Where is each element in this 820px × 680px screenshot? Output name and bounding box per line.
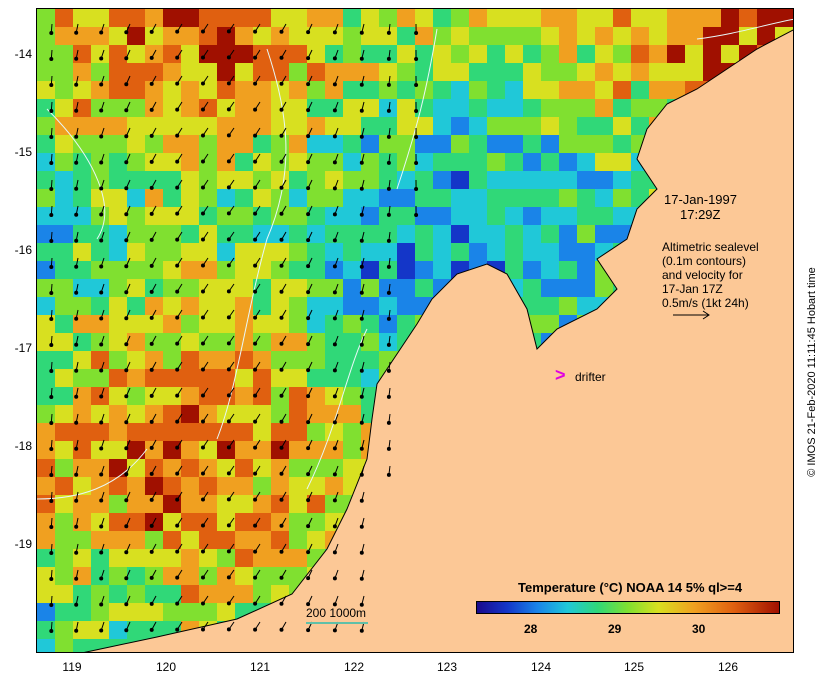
lon-tick: 126 [717,660,739,674]
lon-tick: 124 [530,660,552,674]
colorbar-tick: 30 [692,622,706,636]
lon-tick: 125 [623,660,645,674]
lat-tick: -18 [14,439,32,453]
altimetry-line: and velocity for [662,268,743,282]
colorbar-tick: 28 [524,622,538,636]
lon-tick: 121 [249,660,271,674]
image-date: 17-Jan-1997 [664,192,737,207]
altimetry-note: Altimetric sealevel (0.1m contours) and … [662,240,759,310]
altimetry-line: 17-Jan 17Z [662,282,723,296]
drifter-icon: > [555,365,566,385]
lat-tick: -17 [14,341,32,355]
temperature-colorbar [476,601,780,614]
drifter-label: drifter [575,370,606,384]
colorbar-tick: 29 [608,622,622,636]
altimetry-line: (0.1m contours) [662,254,747,268]
image-time: 17:29Z [680,207,721,222]
lat-tick: -19 [14,537,32,551]
altimetry-line: 0.5m/s (1kt 24h) [662,296,749,310]
lat-tick: -15 [14,145,32,159]
lon-tick: 123 [436,660,458,674]
altimetry-line: Altimetric sealevel [662,240,759,254]
lon-tick: 120 [155,660,177,674]
credit-text: © IMOS 21-Feb-2020 11:11:45 Hobart time [806,267,818,477]
lat-tick: -16 [14,243,32,257]
lon-tick: 122 [343,660,365,674]
sst-map [36,8,794,653]
sst-map-image [37,9,793,652]
lon-tick: 119 [62,660,82,674]
depth-contour-label: 200 1000m [306,606,367,620]
lat-tick: -14 [14,47,32,61]
colorbar-title: Temperature (°C) NOAA 14 5% ql>=4 [518,580,743,595]
depth-contour-legend-line [306,622,368,624]
